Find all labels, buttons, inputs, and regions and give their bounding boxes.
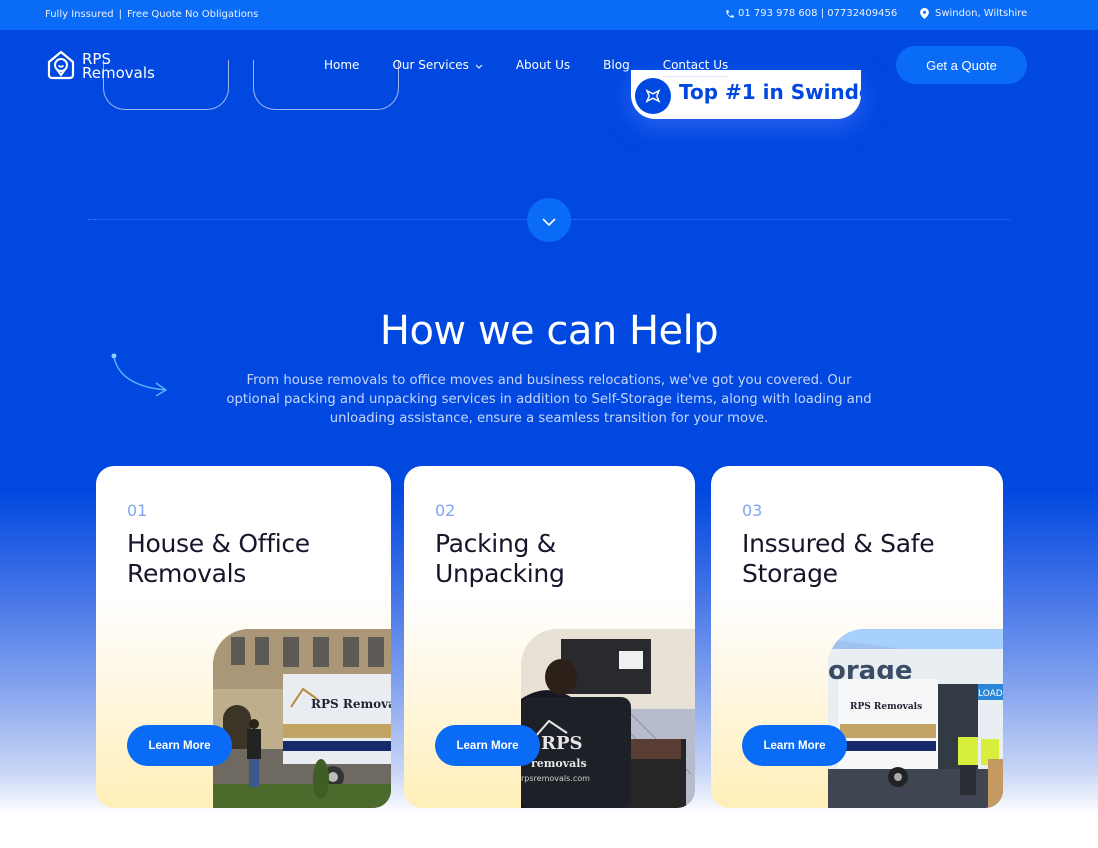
location-text: Swindon, Wiltshire <box>935 8 1028 19</box>
insured-note: Fully Inssured <box>45 9 114 20</box>
main-nav: Home Our Services About Us Blog Contact … <box>324 58 761 77</box>
card-number: 01 <box>127 501 148 520</box>
nav-blog[interactable]: Blog <box>603 58 630 72</box>
service-card: 03 Inssured & Safe Storage orage LOAD RP… <box>711 466 1003 808</box>
card-number: 02 <box>435 501 456 520</box>
logo-line-2: Removals <box>82 64 155 82</box>
svg-text:LOAD: LOAD <box>978 689 1003 699</box>
top-bar: Fully Inssured | Free Quote No Obligations… <box>0 0 1098 30</box>
svg-text:RPS Removals: RPS Removals <box>311 697 391 711</box>
section-description: From house removals to office moves and … <box>226 373 872 426</box>
free-quote-note: Free Quote No Obligations <box>127 9 259 20</box>
logo-text: RPS Removals <box>82 52 155 82</box>
chevron-down-icon <box>475 58 483 72</box>
nav-about-us[interactable]: About Us <box>516 58 570 72</box>
card-number: 03 <box>742 501 763 520</box>
curved-arrow-icon <box>108 350 172 404</box>
site-header: RPS Removals Home Our Services About Us … <box>0 30 1098 100</box>
card-photo: RPS Removals <box>213 629 391 808</box>
learn-more-button[interactable]: Learn More <box>435 725 540 766</box>
section-title: How we can Help <box>379 308 719 354</box>
nav-our-services-label: Our Services <box>392 58 469 72</box>
card-photo: orage LOAD RPS Removals <box>828 629 1003 808</box>
get-a-quote-button[interactable]: Get a Quote <box>896 46 1027 84</box>
learn-more-button[interactable]: Learn More <box>742 725 847 766</box>
nav-contact-us-label: Contact Us <box>662 58 729 72</box>
map-pin-icon <box>920 8 929 19</box>
card-title: House & Office Removals <box>127 529 310 588</box>
service-card: 02 Packing & Unpacking RPS removals rpsr… <box>404 466 695 808</box>
svg-text:removals: removals <box>531 757 587 770</box>
phone-contact[interactable]: 01 793 978 608 | 07732409456 <box>725 8 897 19</box>
phone-numbers: 01 793 978 608 | 07732409456 <box>738 8 898 19</box>
card-photo: RPS removals rpsremovals.com <box>521 629 695 808</box>
location: Swindon, Wiltshire <box>920 8 1027 19</box>
scroll-down-button[interactable] <box>527 198 571 242</box>
logo[interactable]: RPS Removals <box>45 48 155 84</box>
nav-about-us-label: About Us <box>515 58 571 72</box>
nav-home-label: Home <box>324 58 360 72</box>
chevron-down-icon <box>542 211 556 230</box>
svg-text:rpsremovals.com: rpsremovals.com <box>521 774 590 783</box>
svg-text:RPS: RPS <box>541 733 583 754</box>
topbar-notes: Fully Inssured | Free Quote No Obligations <box>45 9 258 20</box>
card-title: Packing & Unpacking <box>435 529 565 588</box>
service-card: 01 House & Office Removals RPS Removals <box>96 466 391 808</box>
learn-more-button[interactable]: Learn More <box>127 725 232 766</box>
nav-contact-us[interactable]: Contact Us <box>662 58 729 77</box>
nav-blog-label: Blog <box>603 58 630 72</box>
card-title: Inssured & Safe Storage <box>742 529 935 588</box>
nav-home[interactable]: Home <box>324 58 359 72</box>
phone-icon <box>725 9 735 19</box>
separator: | <box>118 9 123 20</box>
svg-text:RPS Removals: RPS Removals <box>850 702 922 712</box>
nav-our-services[interactable]: Our Services <box>392 58 483 72</box>
house-pin-logo-icon <box>45 48 77 84</box>
